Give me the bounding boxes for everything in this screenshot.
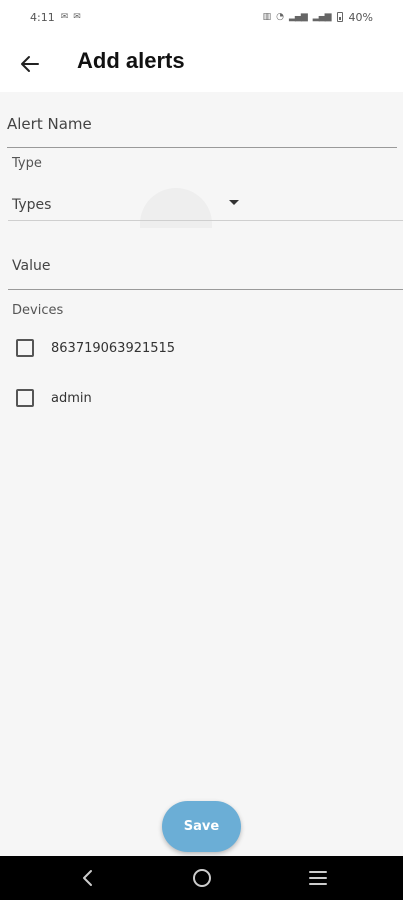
arrow-left-icon bbox=[21, 56, 39, 72]
app-bar: Add alerts bbox=[0, 34, 403, 92]
device-checkbox[interactable] bbox=[16, 389, 34, 407]
signal-icon: ▂▄▆ bbox=[312, 12, 332, 22]
nav-home-button[interactable] bbox=[182, 864, 222, 892]
home-circle-icon bbox=[193, 869, 211, 887]
device-checkbox-row[interactable]: admin bbox=[16, 383, 92, 413]
signal-icon: ▂▄▆ bbox=[289, 12, 308, 22]
mail-icon: ✉ bbox=[60, 12, 68, 22]
alert-name-underline bbox=[7, 147, 397, 148]
device-label: 863719063921515 bbox=[51, 340, 176, 356]
type-underline bbox=[8, 220, 403, 221]
status-bar: 4:11 ✉ ✉ ▥ ◔ ▂▄▆ ▂▄▆ 40% bbox=[0, 0, 403, 34]
back-button[interactable] bbox=[14, 48, 46, 80]
battery-percent: 40% bbox=[348, 10, 373, 24]
network-icon: ▥ bbox=[262, 12, 271, 22]
status-right: ▥ ◔ ▂▄▆ ▂▄▆ 40% bbox=[263, 11, 373, 24]
status-time: 4:11 bbox=[30, 10, 55, 24]
navigation-bar bbox=[0, 856, 403, 900]
device-label: admin bbox=[51, 390, 92, 406]
value-underline bbox=[8, 289, 403, 290]
battery-icon bbox=[336, 12, 343, 22]
type-label: Type bbox=[12, 156, 42, 171]
status-left: 4:11 ✉ ✉ bbox=[30, 10, 81, 24]
device-checkbox[interactable] bbox=[16, 339, 34, 357]
dropdown-arrow-icon bbox=[229, 200, 239, 205]
save-button[interactable]: Save bbox=[162, 801, 241, 852]
type-dropdown-value: Types bbox=[12, 197, 52, 213]
nav-recents-button[interactable] bbox=[298, 864, 338, 892]
mail-icon: ✉ bbox=[73, 12, 80, 22]
chevron-left-icon bbox=[83, 870, 92, 886]
wifi-icon: ◔ bbox=[276, 12, 284, 22]
menu-icon bbox=[309, 871, 327, 885]
page-title: Add alerts bbox=[77, 48, 185, 73]
device-checkbox-row[interactable]: 863719063921515 bbox=[16, 333, 175, 363]
value-field[interactable]: Value bbox=[12, 258, 50, 274]
nav-back-button[interactable] bbox=[67, 864, 107, 892]
alert-name-field[interactable]: Alert Name bbox=[7, 115, 92, 133]
devices-label: Devices bbox=[12, 303, 64, 318]
type-dropdown[interactable] bbox=[8, 188, 403, 222]
